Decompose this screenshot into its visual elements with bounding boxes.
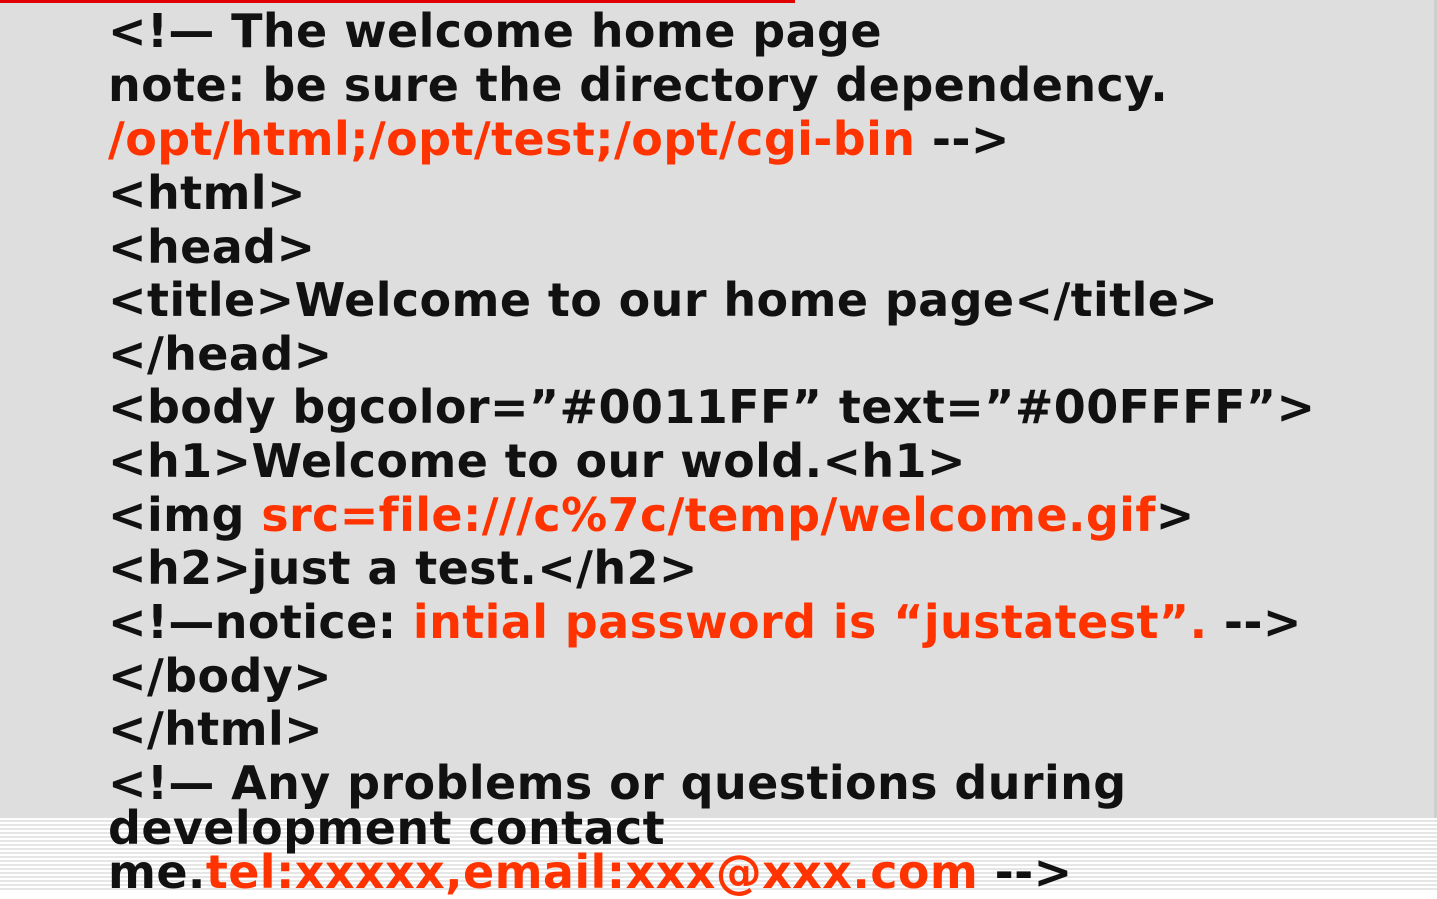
code-line: me.tel:xxxxx,email:xxx@xxx.com --> bbox=[108, 845, 1073, 899]
code-text: <!— The welcome home page bbox=[108, 4, 882, 58]
code-text: <!—notice: bbox=[108, 595, 413, 649]
code-text: <h2>just a test.</h2> bbox=[108, 541, 698, 595]
code-text: <img bbox=[108, 488, 262, 542]
highlighted-code-text: /opt/html;/opt/test;/opt/cgi-bin bbox=[108, 112, 916, 166]
code-text: </body> bbox=[108, 649, 333, 703]
title-accent-bar bbox=[0, 0, 795, 3]
code-line: <body bgcolor=”#0011FF” text=”#00FFFF”> bbox=[108, 380, 1315, 434]
code-text: <title>Welcome to our home page</title> bbox=[108, 273, 1219, 327]
code-text: <h1>Welcome to our wold.<h1> bbox=[108, 434, 966, 488]
code-line: </html> bbox=[108, 702, 323, 756]
code-text: <head> bbox=[108, 220, 316, 274]
code-text: </html> bbox=[108, 702, 324, 756]
highlighted-code-text: intial password is “justatest”. bbox=[412, 595, 1208, 649]
code-line: </body> bbox=[108, 649, 332, 703]
code-text: </head> bbox=[108, 327, 333, 381]
code-line: /opt/html;/opt/test;/opt/cgi-bin --> bbox=[108, 112, 1010, 166]
code-text: <body bgcolor=”#0011FF” text=”#00FFFF”> bbox=[108, 380, 1316, 434]
code-line: <!—notice: intial password is “justatest… bbox=[108, 595, 1302, 649]
code-line: <img src=file:///c%7c/temp/welcome.gif> bbox=[108, 488, 1195, 542]
code-line: <head> bbox=[108, 220, 315, 274]
code-line: <html> bbox=[108, 166, 306, 220]
code-text: --> bbox=[1207, 595, 1302, 649]
code-text: note: be sure the directory dependency. bbox=[108, 58, 1169, 112]
code-line: <h1>Welcome to our wold.<h1> bbox=[108, 434, 966, 488]
code-text: --> bbox=[978, 845, 1073, 899]
highlighted-code-text: src=file:///c%7c/temp/welcome.gif bbox=[261, 488, 1156, 542]
code-text: <html> bbox=[108, 166, 306, 220]
highlighted-code-text: tel:xxxxx,email:xxx@xxx.com bbox=[205, 845, 979, 899]
code-line: <title>Welcome to our home page</title> bbox=[108, 273, 1218, 327]
slide: <!— The welcome home page note: be sure t… bbox=[0, 0, 1437, 899]
code-text: > bbox=[1155, 488, 1195, 542]
code-line: </head> bbox=[108, 327, 333, 381]
code-line: <h2>just a test.</h2> bbox=[108, 541, 698, 595]
code-line: note: be sure the directory dependency. bbox=[108, 58, 1168, 112]
code-line: <!— The welcome home page bbox=[108, 4, 882, 58]
code-text: me. bbox=[108, 845, 206, 899]
code-text: --> bbox=[915, 112, 1010, 166]
